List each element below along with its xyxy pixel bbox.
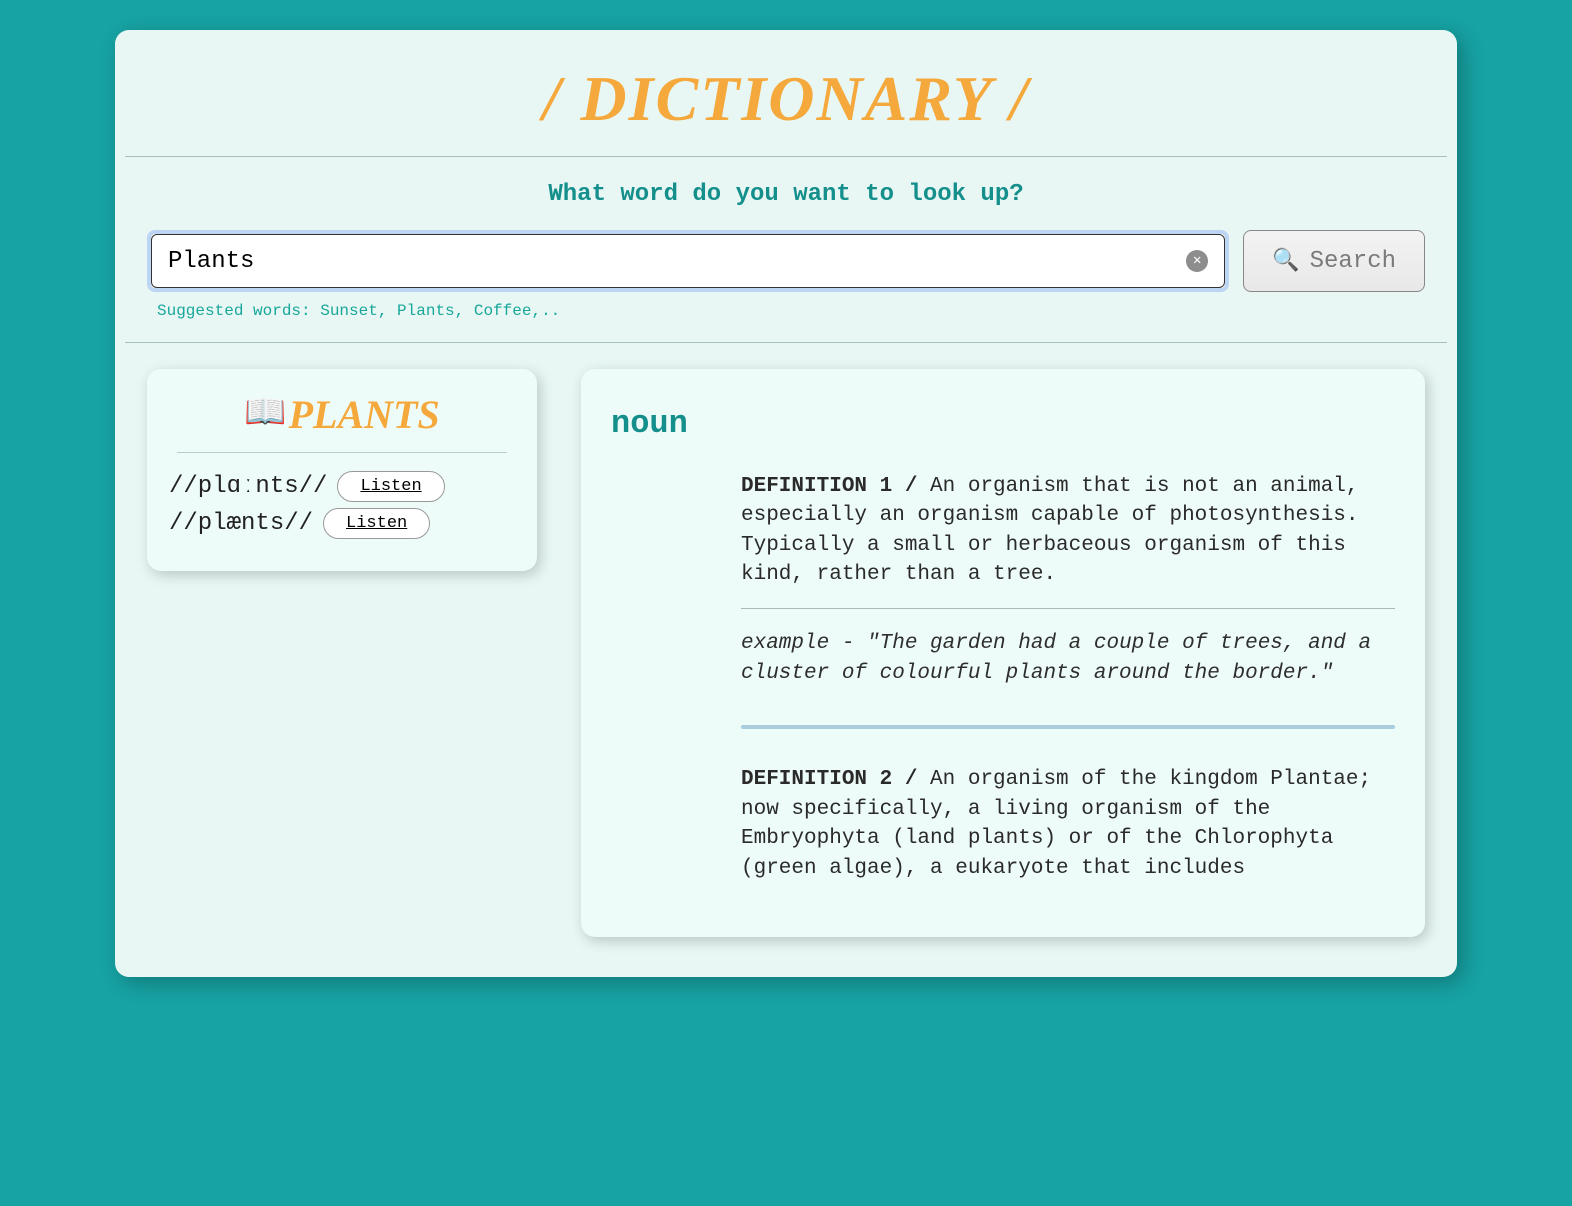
search-inner: ✕ (151, 234, 1225, 288)
example-1: example - "The garden had a couple of tr… (741, 629, 1395, 690)
word-card: 📖 Plants //plɑːnts// Listen //plænts// L… (147, 369, 537, 571)
word-title: Plants (289, 391, 440, 438)
definition-separator (741, 725, 1395, 729)
search-icon: 🔍 (1272, 248, 1299, 274)
search-wrapper: ✕ (147, 230, 1229, 292)
divider-search (125, 342, 1447, 343)
part-of-speech: noun (611, 405, 1395, 442)
clear-icon[interactable]: ✕ (1186, 250, 1208, 272)
ipa-text: //plɑːnts// (169, 473, 327, 500)
pronunciation-row-2: //plænts// Listen (169, 508, 515, 539)
pronunciation-row-1: //plɑːnts// Listen (169, 471, 515, 502)
suggested-words: Suggested words: Sunset, Plants, Coffee,… (125, 292, 1447, 342)
divider-top (125, 156, 1447, 157)
search-input[interactable] (168, 248, 1186, 275)
content-row: 📖 Plants //plɑːnts// Listen //plænts// L… (125, 369, 1447, 937)
definition-1: DEFINITION 1 / An organism that is not a… (741, 472, 1395, 590)
book-icon: 📖 (244, 398, 286, 432)
app-title: / Dictionary / (125, 30, 1447, 156)
ipa-text: //plænts// (169, 510, 313, 537)
search-button-label: Search (1310, 248, 1396, 275)
listen-button[interactable]: Listen (323, 508, 430, 539)
search-row: ✕ 🔍 Search (125, 230, 1447, 292)
search-button[interactable]: 🔍 Search (1243, 230, 1425, 292)
definitions-card: noun DEFINITION 1 / An organism that is … (581, 369, 1425, 937)
word-header: 📖 Plants (169, 391, 515, 438)
listen-button[interactable]: Listen (337, 471, 444, 502)
definition-block: DEFINITION 1 / An organism that is not a… (741, 472, 1395, 883)
search-prompt: What word do you want to look up? (125, 181, 1447, 208)
word-divider (177, 452, 507, 453)
definition-divider (741, 608, 1395, 609)
definition-2: DEFINITION 2 / An organism of the kingdo… (741, 765, 1395, 883)
app-card: / Dictionary / What word do you want to … (115, 30, 1457, 977)
